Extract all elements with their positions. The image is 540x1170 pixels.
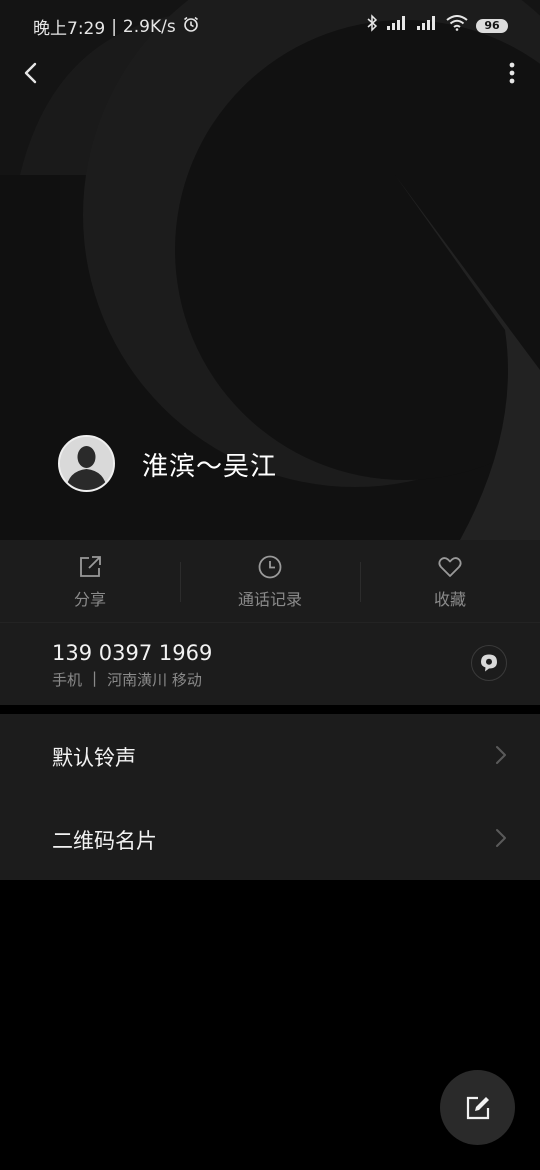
signal-icon: [386, 15, 408, 36]
status-bar: 晚上7:29 | 2.9K/s 96: [0, 0, 540, 50]
status-net-speed: 2.9K/s: [122, 16, 176, 37]
more-vert-icon: [509, 62, 515, 84]
phone-number: 139 0397 1969: [52, 641, 213, 665]
favorite-label: 收藏: [433, 590, 466, 609]
default-ringtone-item[interactable]: 默认铃声: [0, 714, 540, 797]
status-separator: |: [111, 16, 117, 37]
share-label: 分享: [73, 590, 106, 609]
signal-icon: [416, 15, 438, 36]
share-button[interactable]: 分享: [0, 540, 180, 622]
contact-header: 晚上7:29 | 2.9K/s 96 淮滨～吴江: [0, 0, 540, 540]
status-time: 晚上7:29: [33, 19, 106, 39]
more-options-button[interactable]: [502, 56, 522, 90]
status-right: 96: [366, 14, 508, 37]
avatar[interactable]: [58, 435, 115, 492]
edit-contact-button[interactable]: [440, 1070, 515, 1145]
phone-type: 手机: [52, 671, 83, 689]
phone-details: 手机 | 河南潢川 移动: [52, 669, 202, 690]
contact-name: 淮滨～吴江: [142, 452, 278, 482]
person-silhouette-icon: [60, 437, 113, 490]
battery-level: 96: [484, 19, 500, 32]
message-bubble-icon: [481, 654, 497, 672]
back-arrow-icon: [24, 62, 37, 84]
phone-location: 河南潢川 移动: [107, 671, 202, 689]
clock-icon: [258, 555, 282, 579]
battery-icon: 96: [476, 18, 508, 33]
heart-icon: [438, 557, 462, 577]
favorite-button[interactable]: 收藏: [360, 540, 540, 622]
call-log-button[interactable]: 通话记录: [180, 540, 360, 622]
back-button[interactable]: [14, 56, 48, 90]
chevron-right-icon: [496, 829, 506, 847]
settings-list: 默认铃声 二维码名片: [0, 714, 540, 880]
default-ringtone-label: 默认铃声: [52, 746, 136, 770]
contact-detail-screen: 晚上7:29 | 2.9K/s 96 淮滨～吴江 分享 通话记录 收藏 139 …: [0, 0, 540, 1170]
phone-number-row[interactable]: 139 0397 1969 手机 | 河南潢川 移动: [0, 622, 540, 705]
qr-card-label: 二维码名片: [52, 829, 157, 853]
wifi-icon: [446, 15, 468, 36]
status-left: 晚上7:29 | 2.9K/s: [33, 14, 200, 39]
bluetooth-icon: [366, 14, 378, 37]
send-message-button[interactable]: [471, 645, 507, 681]
alarm-icon: [182, 15, 200, 38]
share-icon: [80, 556, 101, 577]
qr-card-item[interactable]: 二维码名片: [0, 797, 540, 880]
phone-divider: |: [92, 669, 98, 687]
action-row: 分享 通话记录 收藏: [0, 540, 540, 622]
chevron-right-icon: [496, 746, 506, 764]
call-log-label: 通话记录: [237, 590, 302, 609]
edit-icon: [466, 1096, 489, 1119]
